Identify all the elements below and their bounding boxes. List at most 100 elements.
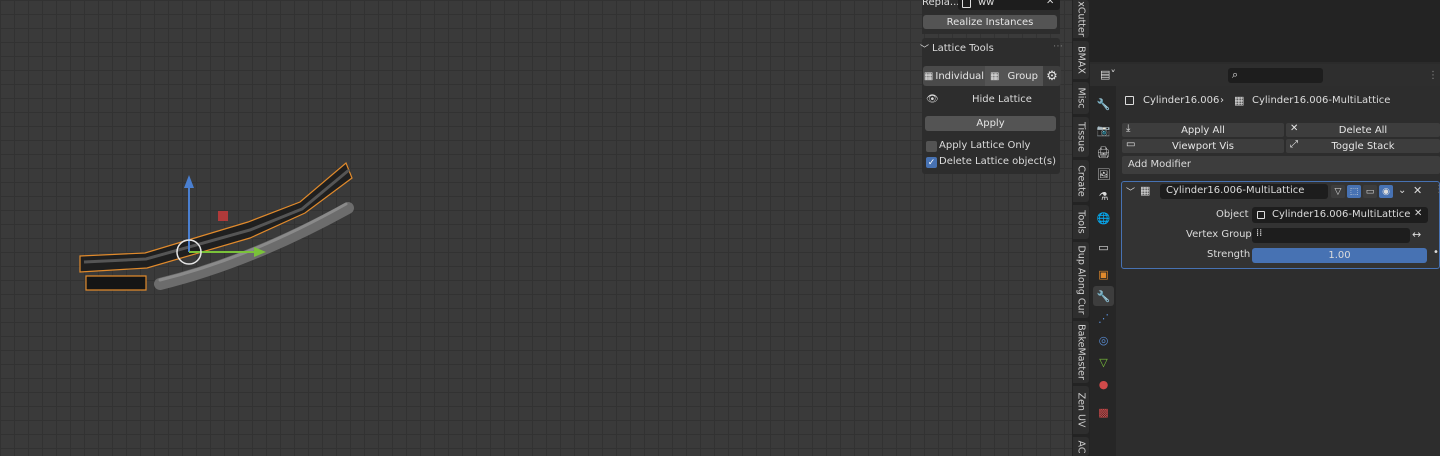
group-tab[interactable]: ▦ Group: [985, 66, 1043, 86]
individual-tab[interactable]: ▦ Individual: [923, 66, 985, 86]
apply-button[interactable]: Apply: [925, 116, 1056, 131]
drag-handle-icon[interactable]: ⋯: [1053, 41, 1063, 52]
render-camera-icon[interactable]: ◉: [1379, 185, 1393, 198]
vertex-group-label: Vertex Group: [1186, 229, 1252, 240]
tab-create[interactable]: Create: [1073, 160, 1089, 202]
breadcrumb-modifier[interactable]: Cylinder16.006-MultiLattice: [1252, 95, 1390, 106]
lattice-tools-title[interactable]: Lattice Tools: [932, 43, 994, 54]
output-icon[interactable]: 🖨: [1097, 146, 1111, 159]
add-modifier-label: Add Modifier: [1128, 159, 1191, 170]
strength-slider[interactable]: 1.00: [1252, 248, 1427, 263]
lattice-grid-icon: ▦: [1234, 94, 1245, 107]
add-modifier-button[interactable]: Add Modifier: [1122, 156, 1440, 174]
object-data-icon[interactable]: ▽: [1097, 356, 1110, 369]
drag-handle-icon[interactable]: ⋮: [1434, 184, 1440, 195]
keyframe-dot-icon[interactable]: •: [1433, 247, 1439, 258]
tab-xcutter[interactable]: xCutter: [1073, 0, 1089, 38]
replace-field[interactable]: ww ✕: [958, 0, 1060, 10]
modifier-name-field[interactable]: Cylinder16.006-MultiLattice: [1160, 184, 1328, 199]
object-icon: [962, 0, 971, 8]
replace-label: Repla...: [922, 0, 960, 8]
lattice-grid-icon: ▦: [923, 70, 934, 82]
hide-lattice-label[interactable]: Hide Lattice: [972, 94, 1032, 105]
search-input[interactable]: ⌕: [1228, 68, 1323, 83]
delete-all-button[interactable]: ✕ Delete All: [1286, 123, 1440, 137]
apply-all-button[interactable]: ⤓ Apply All: [1122, 123, 1284, 137]
lattice-grid-icon: ▦: [990, 70, 1000, 82]
expand-icon: ⤢: [1290, 139, 1298, 150]
strength-value: 1.00: [1328, 250, 1351, 261]
object-icon: [1257, 211, 1265, 219]
download-icon: ⤓: [1126, 123, 1131, 134]
breadcrumb-separator-icon: ›: [1220, 95, 1224, 106]
render-icon[interactable]: 📷: [1097, 124, 1111, 137]
dropdown-icon[interactable]: ⌄: [1398, 185, 1406, 196]
chevron-down-icon[interactable]: ﹀: [1126, 185, 1135, 198]
vertex-group-icon: ⁞⁞: [1256, 228, 1263, 239]
eye-icon[interactable]: 👁: [926, 94, 939, 105]
modifier-wrench-icon[interactable]: 🔧: [1097, 290, 1111, 303]
apply-all-label: Apply All: [1181, 124, 1225, 136]
object-value: Cylinder16.006-MultiLattice: [1272, 209, 1411, 220]
clear-icon[interactable]: ✕: [1414, 208, 1422, 219]
replace-value: ww: [978, 0, 995, 8]
viewport-vis-label: Viewport Vis: [1171, 140, 1235, 152]
toggle-stack-button[interactable]: ⤢ Toggle Stack: [1286, 139, 1440, 153]
particles-icon[interactable]: ⋰: [1097, 312, 1110, 325]
apply-lattice-only-checkbox[interactable]: [926, 141, 937, 152]
realtime-icon[interactable]: ▭: [1363, 185, 1377, 198]
gear-icon[interactable]: ⚙: [1043, 66, 1061, 86]
object-icon: [1125, 96, 1134, 105]
collapse-chevron-icon[interactable]: ﹀: [920, 42, 929, 55]
editor-type-icon[interactable]: ▤˅: [1100, 68, 1116, 81]
invert-arrows-icon[interactable]: ↔: [1412, 228, 1421, 241]
search-icon: ⌕: [1232, 68, 1239, 81]
tab-bmax[interactable]: BMAX: [1073, 41, 1089, 79]
delete-lattice-checkbox[interactable]: ✓: [926, 157, 937, 168]
vertex-group-field[interactable]: ⁞⁞: [1252, 228, 1410, 243]
view-layer-icon[interactable]: 🖼: [1097, 168, 1111, 181]
edit-mode-icon[interactable]: ⬚: [1347, 185, 1361, 198]
delete-lattice-label: Delete Lattice object(s): [939, 156, 1057, 167]
individual-label: Individual: [935, 70, 985, 82]
viewport-vis-button[interactable]: ▭ Viewport Vis: [1122, 139, 1284, 153]
collection-icon[interactable]: ▭: [1097, 241, 1110, 254]
modifier-visibility-toggles: ▽ ⬚ ▭ ◉: [1331, 185, 1397, 198]
tab-zen-uv[interactable]: Zen UV: [1073, 386, 1089, 434]
tab-dup-along-curve[interactable]: Dup Along Cur: [1073, 242, 1089, 318]
outliner-area: [1090, 0, 1440, 62]
delete-all-label: Delete All: [1338, 124, 1388, 136]
texture-icon[interactable]: ▩: [1097, 406, 1110, 419]
object-properties-icon[interactable]: ▣: [1097, 268, 1110, 281]
modifier-name: Cylinder16.006-MultiLattice: [1166, 185, 1305, 196]
strength-label: Strength: [1207, 249, 1251, 260]
tab-tools[interactable]: Tools: [1073, 205, 1089, 239]
monitor-icon: ▭: [1126, 139, 1136, 150]
tab-misc[interactable]: Misc: [1073, 82, 1089, 114]
world-icon[interactable]: 🌐: [1097, 212, 1111, 225]
group-label: Group: [1007, 70, 1038, 82]
clear-icon[interactable]: ✕: [1046, 0, 1054, 7]
tab-bakemaster[interactable]: BakeMaster: [1073, 321, 1089, 383]
breadcrumb-object[interactable]: Cylinder16.006: [1143, 95, 1219, 106]
object-label: Object: [1216, 209, 1249, 220]
tab-tissue[interactable]: Tissue: [1073, 117, 1089, 157]
properties-tab-bar: 🔧 📷 🖨 🖼 ⚗ 🌐 ▭ ▣ 🔧 ⋰ ◎ ▽ ● ▩: [1090, 86, 1116, 456]
on-cage-icon[interactable]: ▽: [1331, 185, 1345, 198]
lattice-tools-panel: [922, 38, 1060, 174]
checkmark-icon: ✓: [927, 157, 936, 168]
viewport-scene: [79, 162, 354, 291]
close-icon: ✕: [1290, 123, 1299, 134]
apply-lattice-only-label: Apply Lattice Only: [939, 140, 1031, 151]
tool-icon[interactable]: 🔧: [1097, 98, 1111, 111]
material-icon[interactable]: ●: [1097, 378, 1110, 391]
header-dots-icon[interactable]: ⋮: [1428, 70, 1438, 81]
toggle-stack-label: Toggle Stack: [1331, 140, 1395, 152]
realize-instances-button[interactable]: Realize Instances: [923, 15, 1057, 29]
lattice-grid-icon: ▦: [1140, 184, 1151, 197]
remove-modifier-icon[interactable]: ✕: [1413, 184, 1422, 197]
tab-ac[interactable]: AC: [1073, 437, 1089, 456]
scene-icon[interactable]: ⚗: [1097, 190, 1110, 203]
physics-icon[interactable]: ◎: [1097, 334, 1110, 347]
object-field[interactable]: Cylinder16.006-MultiLattice ✕: [1252, 207, 1428, 223]
